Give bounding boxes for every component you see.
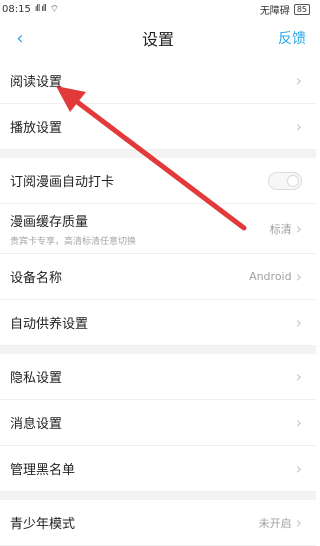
cache-quality-value: 标清 — [269, 222, 292, 236]
status-time: 08:15 — [2, 3, 31, 15]
message-settings-row[interactable]: 消息设置 › — [0, 400, 316, 446]
section-divider — [0, 346, 316, 354]
auto-checkin-row: 订阅漫画自动打卡 — [0, 158, 316, 204]
wifi-icon: ⌔ — [49, 3, 60, 15]
teen-mode-label: 青少年模式 — [10, 517, 76, 532]
device-name-value: Android — [249, 270, 292, 283]
toggle-knob — [287, 174, 299, 187]
cache-quality-label: 漫画缓存质量 — [10, 214, 89, 230]
section-divider — [0, 492, 316, 500]
device-name-label: 设备名称 — [10, 271, 63, 286]
section-divider — [0, 150, 316, 158]
auto-support-row[interactable]: 自动供养设置 › — [0, 300, 316, 346]
read-settings-label: 阅读设置 — [10, 75, 63, 90]
teen-mode-value: 未开启 — [258, 516, 292, 530]
chevron-right-icon: › — [295, 70, 302, 90]
status-bar: 08:15 ıll ıll ⌔ 无障碍 85 — [0, 0, 316, 18]
blacklist-row[interactable]: 管理黑名单 › — [0, 446, 316, 492]
chevron-right-icon: › — [295, 458, 302, 478]
chevron-right-icon: › — [295, 218, 302, 238]
accessibility-label: 无障碍 — [259, 5, 290, 17]
chevron-right-icon: › — [295, 312, 302, 332]
battery-icon: 85 — [293, 3, 310, 15]
cache-quality-subtitle: 贵宾卡专享，高清标清任意切换 — [10, 236, 137, 247]
chevron-right-icon: › — [295, 366, 302, 386]
back-button[interactable]: ‹ — [10, 27, 30, 49]
teen-mode-row[interactable]: 青少年模式 未开启 › — [0, 500, 316, 546]
chevron-right-icon: › — [295, 266, 302, 286]
signal-icon: ıll ıll — [34, 4, 47, 14]
device-name-row[interactable]: 设备名称 Android › — [0, 254, 316, 300]
auto-checkin-toggle[interactable] — [268, 171, 302, 190]
privacy-settings-row[interactable]: 隐私设置 › — [0, 354, 316, 400]
auto-support-label: 自动供养设置 — [10, 317, 89, 332]
play-settings-label: 播放设置 — [10, 121, 63, 136]
chevron-right-icon: › — [295, 116, 302, 136]
play-settings-row[interactable]: 播放设置 › — [0, 104, 316, 150]
page-title: 设置 — [141, 30, 174, 49]
message-settings-label: 消息设置 — [10, 417, 63, 432]
app-header: ‹ 设置 反馈 — [0, 18, 316, 58]
chevron-right-icon: › — [295, 412, 302, 432]
privacy-settings-label: 隐私设置 — [10, 371, 63, 386]
chevron-left-icon: ‹ — [16, 27, 24, 49]
read-settings-row[interactable]: 阅读设置 › — [0, 58, 316, 104]
auto-checkin-label: 订阅漫画自动打卡 — [10, 175, 115, 190]
chevron-right-icon: › — [295, 512, 302, 532]
feedback-button[interactable]: 反馈 — [278, 28, 306, 48]
cache-quality-row[interactable]: 漫画缓存质量 贵宾卡专享，高清标清任意切换 标清 › — [0, 204, 316, 254]
blacklist-label: 管理黑名单 — [10, 463, 76, 478]
